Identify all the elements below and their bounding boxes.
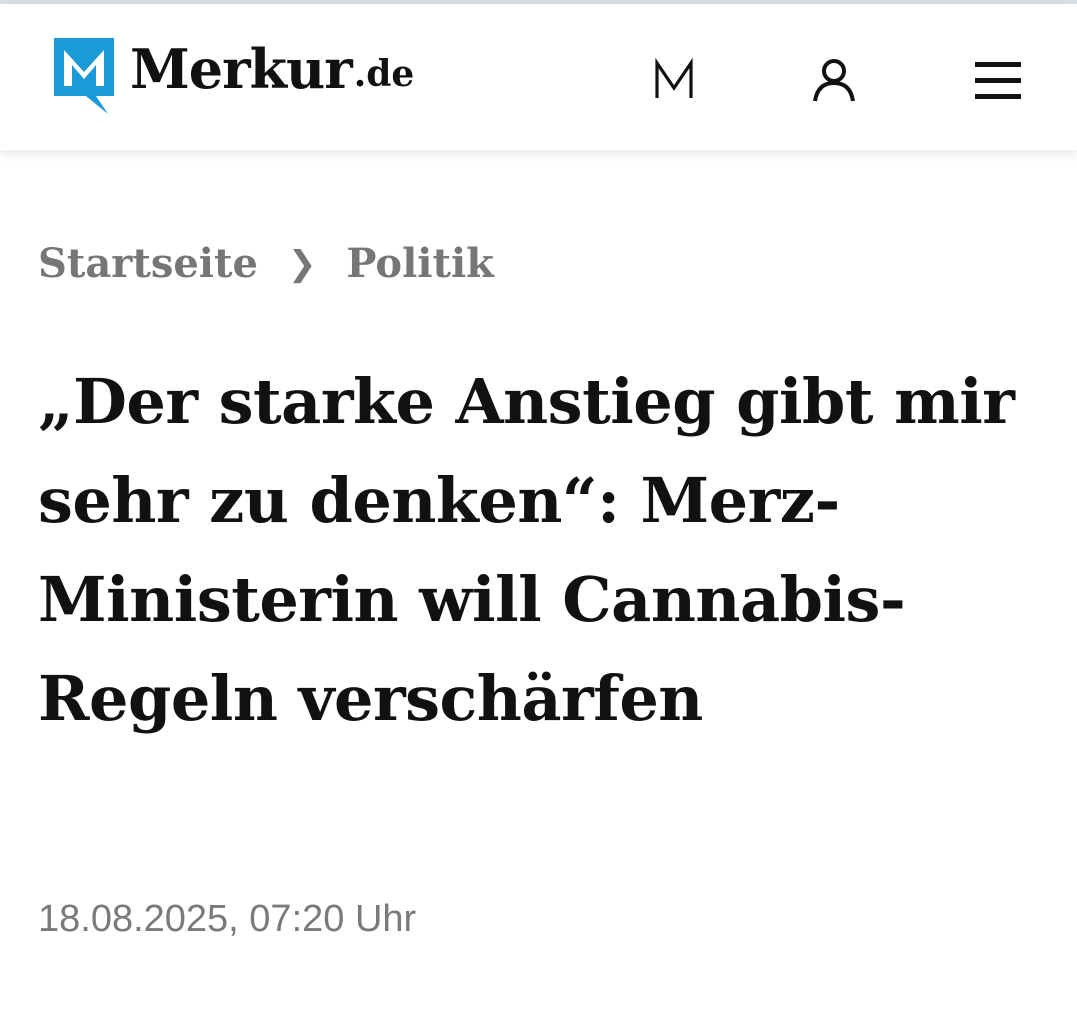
menu-lines-icon	[975, 62, 1021, 99]
article-headline: „Der starke Anstieg gibt mir sehr zu den…	[38, 365, 1015, 735]
breadcrumb-chevron-icon: ❯	[287, 243, 317, 284]
user-icon[interactable]	[808, 54, 860, 106]
m-glyph-icon	[655, 58, 693, 98]
site-header: Merkur .de	[0, 4, 1077, 150]
merkur-logo[interactable]: Merkur .de	[50, 34, 414, 118]
breadcrumb-item-startseite[interactable]: Startseite	[38, 240, 258, 287]
logo-domain: .de	[353, 53, 415, 95]
account-person-icon	[813, 59, 855, 102]
logo-wordmark: Merkur	[130, 37, 353, 101]
article-date: 18.08.2025, 07:20 Uhr	[38, 898, 417, 940]
breadcrumb-item-politik[interactable]: Politik	[346, 240, 493, 287]
breadcrumb: Startseite ❯ Politik	[38, 240, 494, 287]
merkur-logo-icon	[54, 38, 114, 114]
hamburger-menu-icon[interactable]	[970, 54, 1026, 106]
merkur-m-icon[interactable]	[648, 54, 700, 106]
